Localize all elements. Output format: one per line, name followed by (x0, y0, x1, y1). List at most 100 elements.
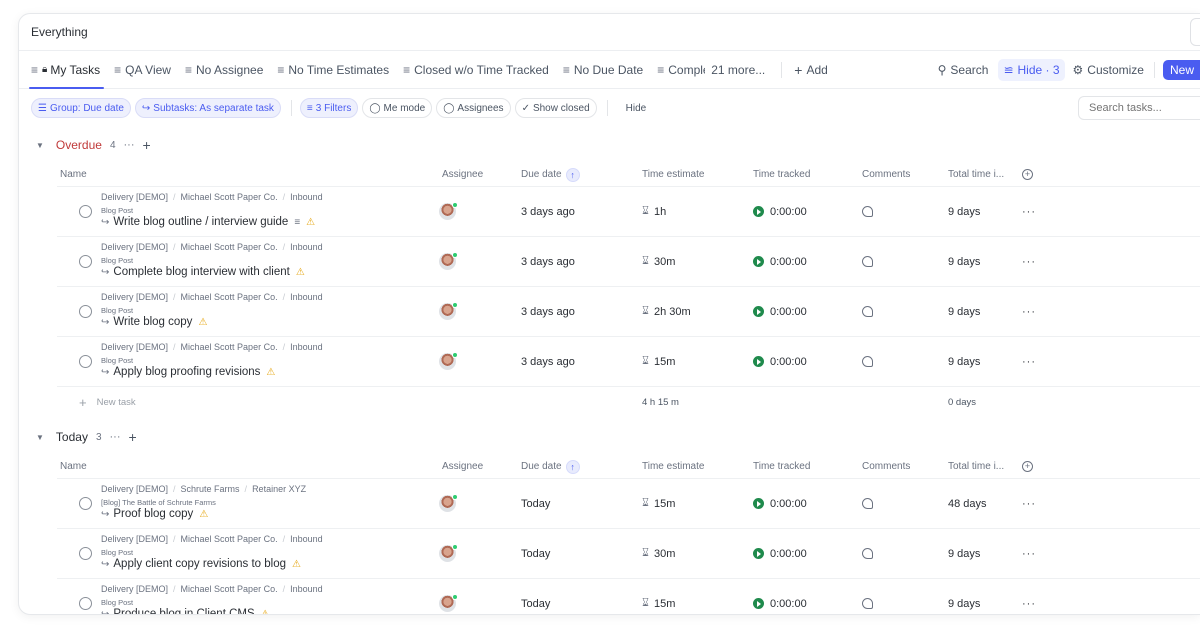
add-task-plus-icon[interactable]: + (143, 137, 151, 153)
due-date[interactable]: 3 days ago (521, 237, 575, 286)
tab-no-assignee[interactable]: ≡ No Assignee (185, 51, 263, 89)
new-task-button[interactable]: + New task (79, 387, 136, 417)
due-date[interactable]: 3 days ago (521, 187, 575, 236)
time-estimate[interactable]: ⌛︎ 30m (642, 237, 675, 286)
col-assignee[interactable]: Assignee (442, 455, 483, 478)
row-more-icon[interactable]: ··· (1022, 529, 1036, 578)
more-icon[interactable]: ··· (110, 431, 121, 443)
avatar[interactable] (439, 594, 458, 612)
avatar[interactable] (439, 202, 458, 220)
time-estimate[interactable]: ⌛︎ 1h (642, 187, 666, 236)
collapse-caret-icon[interactable]: ▼ (36, 141, 44, 150)
status-circle[interactable] (79, 205, 92, 218)
comments-cell[interactable] (862, 337, 873, 386)
comments-cell[interactable] (862, 187, 873, 236)
time-tracked[interactable]: 0:00:00 (753, 337, 807, 386)
avatar[interactable] (439, 252, 458, 270)
row-more-icon[interactable]: ··· (1022, 287, 1036, 336)
play-icon[interactable] (753, 356, 764, 367)
col-total-time[interactable]: Total time i... (948, 455, 1004, 478)
col-due-date[interactable]: Due date ↑ (521, 163, 580, 186)
due-date[interactable]: Today (521, 579, 550, 614)
col-time-tracked[interactable]: Time tracked (753, 163, 810, 186)
col-comments[interactable]: Comments (862, 163, 910, 186)
play-icon[interactable] (753, 256, 764, 267)
task-row[interactable]: Delivery [DEMO] / Michael Scott Paper Co. /… (57, 579, 1200, 614)
col-time-estimate[interactable]: Time estimate (642, 455, 704, 478)
tab-no-due-date[interactable]: ≡ No Due Date (563, 51, 643, 89)
time-tracked[interactable]: 0:00:00 (753, 287, 807, 336)
customize-button[interactable]: ⚙︎ Customize (1073, 63, 1144, 77)
sort-ascending-icon[interactable]: ↑ (565, 459, 580, 474)
group-name[interactable]: Overdue (56, 138, 102, 152)
task-name[interactable]: ↪ Produce blog in Client CMS ⚠︎ (101, 608, 270, 614)
time-estimate[interactable]: ⌛︎ 2h 30m (642, 287, 691, 336)
task-name[interactable]: ↪ Write blog copy ⚠︎ (101, 316, 207, 328)
search-tasks-input[interactable] (1078, 96, 1200, 120)
col-name[interactable]: Name (60, 455, 87, 478)
search-button[interactable]: ⚲︎ Search (938, 63, 989, 77)
status-circle[interactable] (79, 547, 92, 560)
top-right-control[interactable] (1190, 18, 1200, 46)
comments-cell[interactable] (862, 237, 873, 286)
tab-no-time-estimates[interactable]: ≡ No Time Estimates (277, 51, 389, 89)
status-circle[interactable] (79, 255, 92, 268)
time-tracked[interactable]: 0:00:00 (753, 237, 807, 286)
tab-complete[interactable]: ≡ Complete (657, 51, 705, 89)
hide-columns-button[interactable]: ≌ Hide · 3 (998, 59, 1065, 81)
status-circle[interactable] (79, 355, 92, 368)
filters-chip[interactable]: ≡ 3 Filters (299, 98, 359, 118)
avatar[interactable] (439, 494, 458, 512)
play-icon[interactable] (753, 598, 764, 609)
new-task-button[interactable]: New (1162, 60, 1200, 80)
comments-cell[interactable] (862, 579, 873, 614)
play-icon[interactable] (753, 306, 764, 317)
more-icon[interactable]: ··· (124, 139, 135, 151)
group-name[interactable]: Today (56, 430, 88, 444)
more-views-button[interactable]: 21 more... (711, 51, 765, 89)
due-date[interactable]: Today (521, 529, 550, 578)
time-tracked[interactable]: 0:00:00 (753, 579, 807, 614)
subtasks-chip[interactable]: ↪ Subtasks: As separate task (134, 98, 281, 118)
time-tracked[interactable]: 0:00:00 (753, 529, 807, 578)
status-circle[interactable] (79, 305, 92, 318)
row-more-icon[interactable]: ··· (1022, 579, 1036, 614)
task-row[interactable]: Delivery [DEMO] / Michael Scott Paper Co. /… (57, 237, 1200, 287)
comments-cell[interactable] (862, 287, 873, 336)
time-estimate[interactable]: ⌛︎ 15m (642, 337, 675, 386)
task-row[interactable]: Delivery [DEMO] / Michael Scott Paper Co. /… (57, 529, 1200, 579)
task-name[interactable]: ↪ Apply client copy revisions to blog ⚠︎ (101, 558, 301, 570)
status-circle[interactable] (79, 497, 92, 510)
comments-cell[interactable] (862, 479, 873, 528)
col-total-time[interactable]: Total time i... (948, 163, 1004, 186)
hide-button[interactable]: Hide (626, 103, 647, 114)
play-icon[interactable] (753, 548, 764, 559)
col-comments[interactable]: Comments (862, 455, 910, 478)
time-tracked[interactable]: 0:00:00 (753, 187, 807, 236)
add-task-plus-icon[interactable]: + (129, 429, 137, 445)
time-estimate[interactable]: ⌛︎ 30m (642, 529, 675, 578)
row-more-icon[interactable]: ··· (1022, 187, 1036, 236)
add-view-button[interactable]: + Add (794, 62, 828, 78)
task-name[interactable]: ↪ Proof blog copy ⚠︎ (101, 508, 208, 520)
task-row[interactable]: Delivery [DEMO] / Michael Scott Paper Co. /… (57, 337, 1200, 387)
col-due-date[interactable]: Due date ↑ (521, 455, 580, 478)
row-more-icon[interactable]: ··· (1022, 337, 1036, 386)
col-assignee[interactable]: Assignee (442, 163, 483, 186)
group-by-chip[interactable]: ☰ Group: Due date (31, 98, 131, 118)
tab-closed-without-time-tracked[interactable]: ≡ Closed w/o Time Tracked (403, 51, 549, 89)
row-more-icon[interactable]: ··· (1022, 237, 1036, 286)
time-estimate[interactable]: ⌛︎ 15m (642, 579, 675, 614)
task-row[interactable]: Delivery [DEMO] / Michael Scott Paper Co. /… (57, 187, 1200, 237)
collapse-caret-icon[interactable]: ▼ (36, 433, 44, 442)
add-column-button[interactable]: + (1022, 455, 1033, 478)
status-circle[interactable] (79, 597, 92, 610)
task-row[interactable]: Delivery [DEMO] / Michael Scott Paper Co. /… (57, 287, 1200, 337)
row-more-icon[interactable]: ··· (1022, 479, 1036, 528)
task-name[interactable]: ↪ Complete blog interview with client ⚠︎ (101, 266, 305, 278)
task-name[interactable]: ↪ Write blog outline / interview guide ≡ ⚠︎ (101, 216, 315, 228)
play-icon[interactable] (753, 206, 764, 217)
col-name[interactable]: Name (60, 163, 87, 186)
tab-qa-view[interactable]: ≡ QA View (114, 51, 171, 89)
add-column-button[interactable]: + (1022, 163, 1033, 186)
